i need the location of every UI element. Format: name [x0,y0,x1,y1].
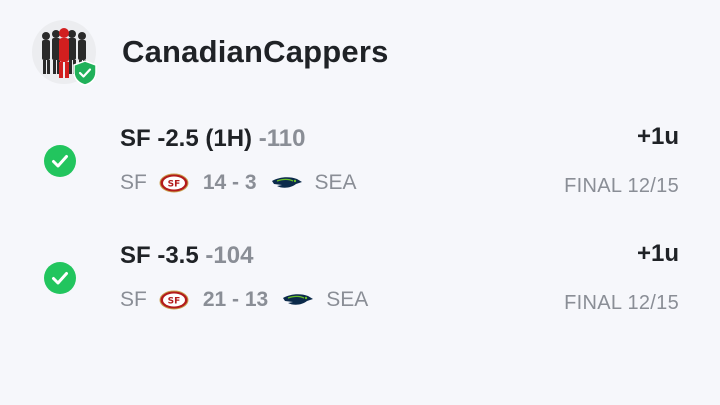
pick-result: +1u [636,123,679,150]
pick-selection: SF -3.5 [120,242,199,269]
game-final-date: FINAL 12/15 [564,175,679,197]
niners-logo-icon: SF [159,173,189,193]
game-score: 21 - 13 [202,288,269,311]
svg-text:SF: SF [168,297,181,307]
game-score-row: SF SF 14 - 3 SEA [120,170,357,196]
svg-text:SF: SF [168,180,181,190]
check-circle-icon [44,262,76,294]
check-circle-icon [44,145,76,177]
away-team: SF [120,288,147,311]
pick-odds: -104 [205,242,254,269]
seahawks-logo-icon [271,177,302,188]
verified-shield-icon [73,60,97,86]
niners-logo-icon: SF [159,290,189,310]
game-score: 14 - 3 [202,171,257,194]
profile-header: CanadianCappers [32,20,692,86]
home-team: SEA [314,171,357,194]
seahawks-logo-icon [283,294,314,305]
pick-card[interactable]: SF -2.5 (1H) -110 +1u SF SF 14 - 3 SEA F… [0,115,720,215]
capper-handle[interactable]: CanadianCappers [122,34,389,70]
game-final-date: FINAL 12/15 [564,292,679,314]
pick-result: +1u [636,240,679,267]
pick-card[interactable]: SF -3.5 -104 +1u SF SF 21 - 13 SEA FINAL… [0,232,720,332]
away-team: SF [120,171,147,194]
pick-odds: -110 [258,125,306,152]
pick-line: SF -2.5 (1H) -110 [120,125,305,153]
game-score-row: SF SF 21 - 13 SEA [120,287,368,313]
home-team: SEA [326,288,369,311]
pick-selection: SF -2.5 (1H) [120,125,253,152]
pick-line: SF -3.5 -104 [120,242,253,270]
